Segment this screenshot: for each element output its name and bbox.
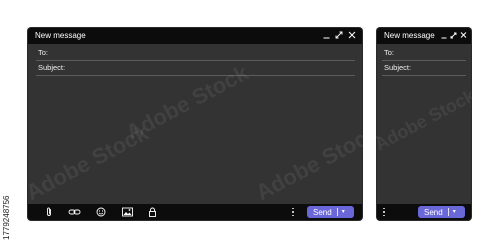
- lock-icon[interactable]: [148, 207, 157, 217]
- send-button[interactable]: Send ▾: [307, 206, 354, 218]
- minimize-icon[interactable]: [441, 31, 447, 39]
- to-field[interactable]: To:: [36, 46, 355, 61]
- subject-label: Subject:: [38, 63, 66, 72]
- chevron-down-icon[interactable]: ▾: [338, 206, 350, 218]
- send-label: Send: [313, 207, 332, 217]
- compose-window-small: New message To: Subject: Send ▾: [377, 28, 471, 220]
- paperclip-icon[interactable]: [45, 207, 53, 217]
- window-controls: [323, 31, 356, 39]
- title-bar: New message: [377, 28, 471, 44]
- close-icon[interactable]: [348, 31, 356, 39]
- minimize-icon[interactable]: [323, 31, 330, 39]
- to-label: To:: [38, 48, 49, 57]
- expand-icon[interactable]: [450, 31, 457, 39]
- to-field[interactable]: To:: [382, 46, 466, 61]
- to-label: To:: [384, 48, 395, 57]
- compose-window-large: New message To: Subject: Send ▾: [28, 28, 362, 220]
- more-options-icon[interactable]: [292, 208, 294, 216]
- chevron-down-icon[interactable]: ▾: [449, 206, 461, 218]
- send-label: Send: [424, 207, 443, 217]
- send-divider: [336, 208, 338, 216]
- compose-toolbar: Send ▾: [377, 204, 471, 220]
- window-title: New message: [384, 31, 435, 40]
- subject-field[interactable]: Subject:: [36, 61, 355, 76]
- more-options-icon[interactable]: [383, 208, 385, 216]
- send-button[interactable]: Send ▾: [418, 206, 465, 218]
- message-body[interactable]: [382, 78, 466, 202]
- emoji-icon[interactable]: [96, 207, 106, 217]
- compose-toolbar: Send ▾: [28, 204, 362, 220]
- send-divider: [447, 208, 449, 216]
- message-body[interactable]: [36, 78, 355, 202]
- close-icon[interactable]: [460, 31, 467, 39]
- subject-label: Subject:: [384, 63, 412, 72]
- subject-field[interactable]: Subject:: [382, 61, 466, 76]
- window-controls: [441, 31, 467, 39]
- title-bar: New message: [28, 28, 362, 44]
- image-icon[interactable]: [122, 207, 133, 217]
- window-title: New message: [35, 31, 86, 40]
- expand-icon[interactable]: [335, 31, 343, 39]
- stock-id: 1779248756: [2, 195, 11, 241]
- link-icon[interactable]: [68, 207, 81, 217]
